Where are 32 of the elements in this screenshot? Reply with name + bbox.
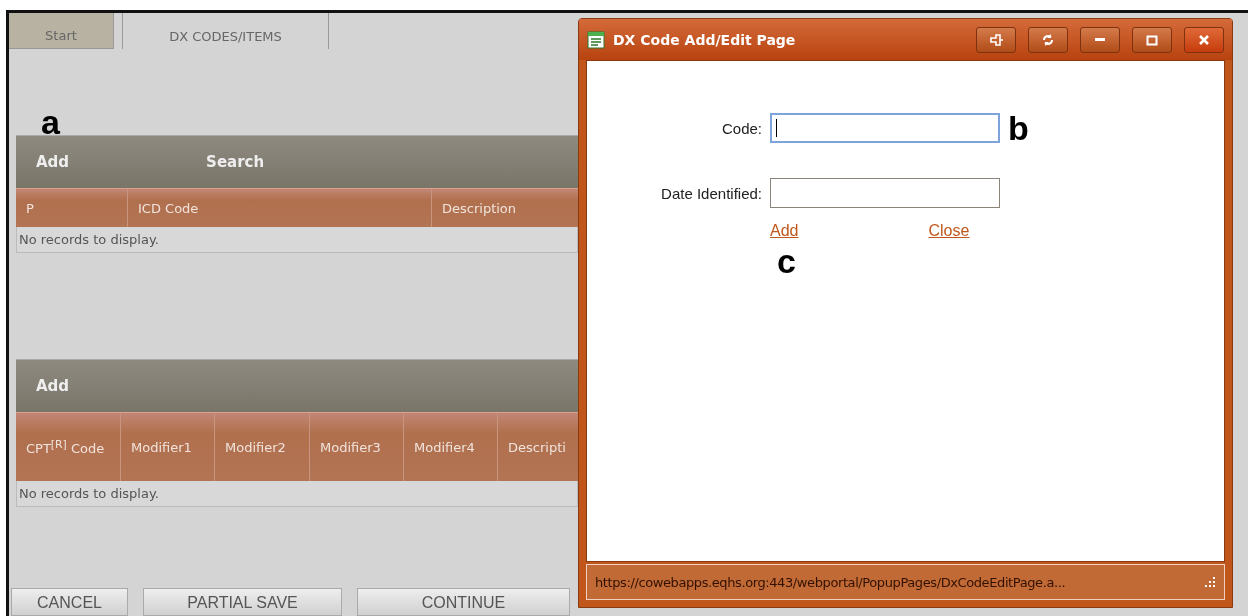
link[interactable]: Add	[770, 222, 799, 240]
tab[interactable]: DX CODES/ITEMS	[122, 13, 329, 49]
maximize-button[interactable]	[1132, 26, 1172, 53]
dialog-title: DX Code Add/Edit Page	[613, 31, 797, 48]
empty-message: No records to display.	[16, 227, 578, 253]
document-icon	[587, 30, 605, 49]
pin-icon	[988, 31, 1004, 48]
footer-button[interactable]: CONTINUE	[357, 588, 570, 616]
footer-button[interactable]: CANCEL	[11, 588, 128, 616]
refresh-button[interactable]	[1028, 26, 1068, 53]
close-button[interactable]	[1184, 26, 1224, 53]
field-label: Code:	[720, 119, 762, 137]
column-header[interactable]: Descripti	[498, 413, 578, 481]
tab[interactable]: Start	[9, 13, 114, 49]
toolbar-button[interactable]: Search	[206, 153, 265, 171]
toolbar-button[interactable]: Add	[36, 153, 70, 171]
field-label: Date Identified:	[660, 184, 762, 202]
link[interactable]: Close	[928, 222, 970, 240]
empty-message: No records to display.	[16, 481, 578, 507]
annotation-letter: a	[41, 105, 60, 135]
resize-grip-icon[interactable]	[1202, 575, 1216, 589]
minimize-icon	[1095, 38, 1105, 41]
toolbar-button[interactable]: Add	[36, 377, 70, 395]
annotation-letter: b	[1008, 111, 1030, 145]
footer-button[interactable]: PARTIAL SAVE	[143, 588, 342, 616]
status-url: https://cowebapps.eqhs.org:443/webportal/PopupPages/DxCodeEditPage.a...	[595, 574, 1066, 590]
input-field[interactable]	[770, 113, 1000, 143]
column-header[interactable]: Description	[432, 189, 578, 227]
input-field[interactable]	[770, 178, 1000, 208]
annotation-letter: c	[777, 244, 796, 278]
pin-button[interactable]	[976, 26, 1016, 53]
minimize-button[interactable]	[1080, 26, 1120, 53]
